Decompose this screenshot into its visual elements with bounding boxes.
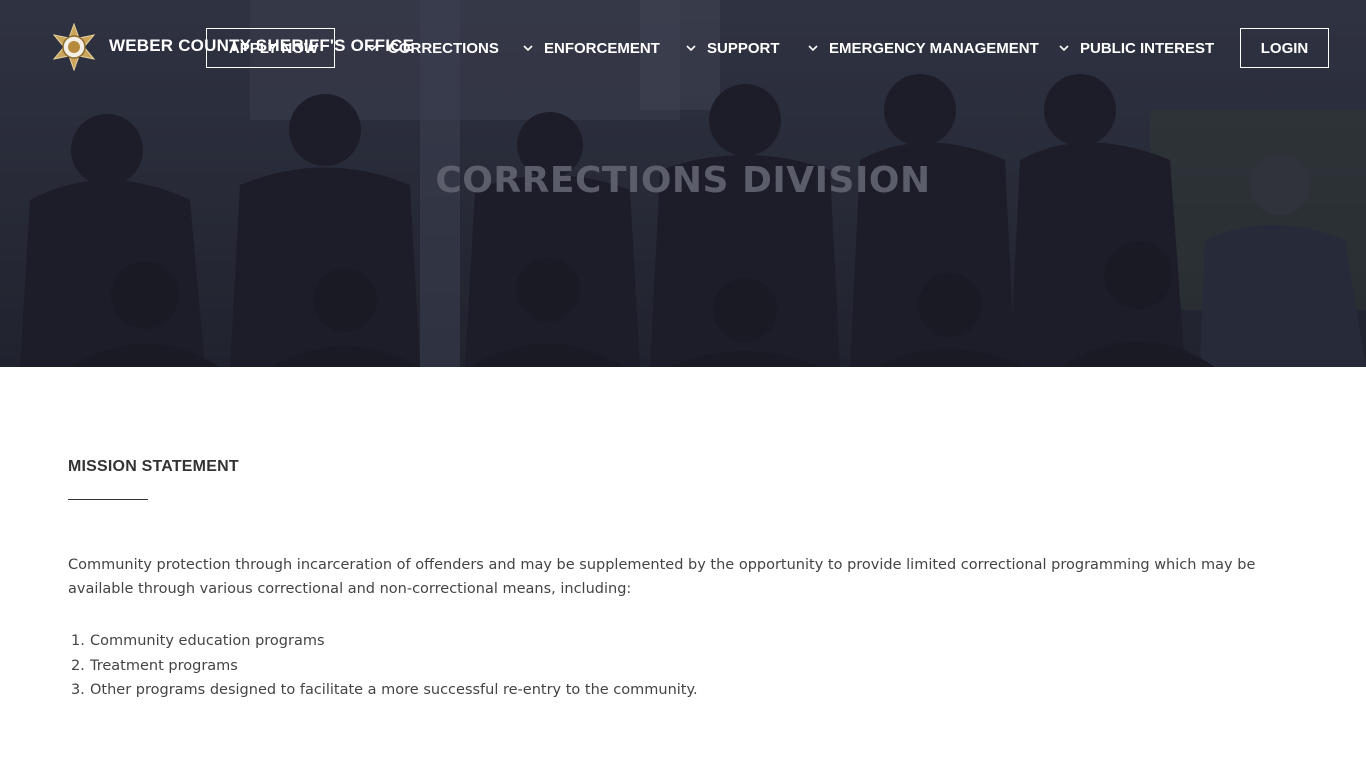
nav-support[interactable]: SUPPORT xyxy=(686,28,780,68)
nav-enforcement[interactable]: ENFORCEMENT xyxy=(523,28,660,68)
list-item: 2. Treatment programs xyxy=(68,654,698,679)
list-number: 1. xyxy=(71,633,85,649)
login-button[interactable]: LOGIN xyxy=(1240,28,1329,68)
chevron-down-icon xyxy=(367,44,381,52)
chevron-down-icon xyxy=(523,44,537,52)
nav-emergency-management[interactable]: EMERGENCY MANAGEMENT xyxy=(808,28,1039,68)
mission-paragraph: Community protection through incarcerati… xyxy=(68,557,1256,597)
list-text: Other programs designed to facilitate a … xyxy=(90,682,698,698)
chevron-down-icon xyxy=(686,44,700,52)
nav-public-interest[interactable]: PUBLIC INTEREST xyxy=(1059,28,1214,68)
list-item: 1. Community education programs xyxy=(68,629,698,654)
heading-divider xyxy=(68,499,148,500)
page-title: CORRECTIONS DIVISION xyxy=(435,160,931,201)
program-list: 1. Community education programs 2. Treat… xyxy=(68,629,698,703)
list-text: Treatment programs xyxy=(90,657,238,674)
nav-label: ENFORCEMENT xyxy=(544,39,660,57)
list-number: 2. xyxy=(71,657,85,674)
nav-label: CORRECTIONS xyxy=(388,39,499,57)
sheriff-badge-logo-icon[interactable] xyxy=(51,22,97,72)
list-item: 3. Other programs designed to facilitate… xyxy=(68,678,698,703)
chevron-down-icon xyxy=(808,44,822,52)
list-number: 3. xyxy=(71,682,85,698)
nav-label: SUPPORT xyxy=(707,39,780,57)
nav-label: EMERGENCY MANAGEMENT xyxy=(829,39,1039,57)
apply-now-button[interactable]: APPLY NOW xyxy=(206,28,335,68)
list-text: Community education programs xyxy=(90,633,325,649)
nav-corrections[interactable]: CORRECTIONS xyxy=(367,28,499,68)
chevron-down-icon xyxy=(1059,44,1073,52)
nav-label: PUBLIC INTEREST xyxy=(1080,39,1215,57)
mission-heading: MISSION STATEMENT xyxy=(68,458,239,475)
